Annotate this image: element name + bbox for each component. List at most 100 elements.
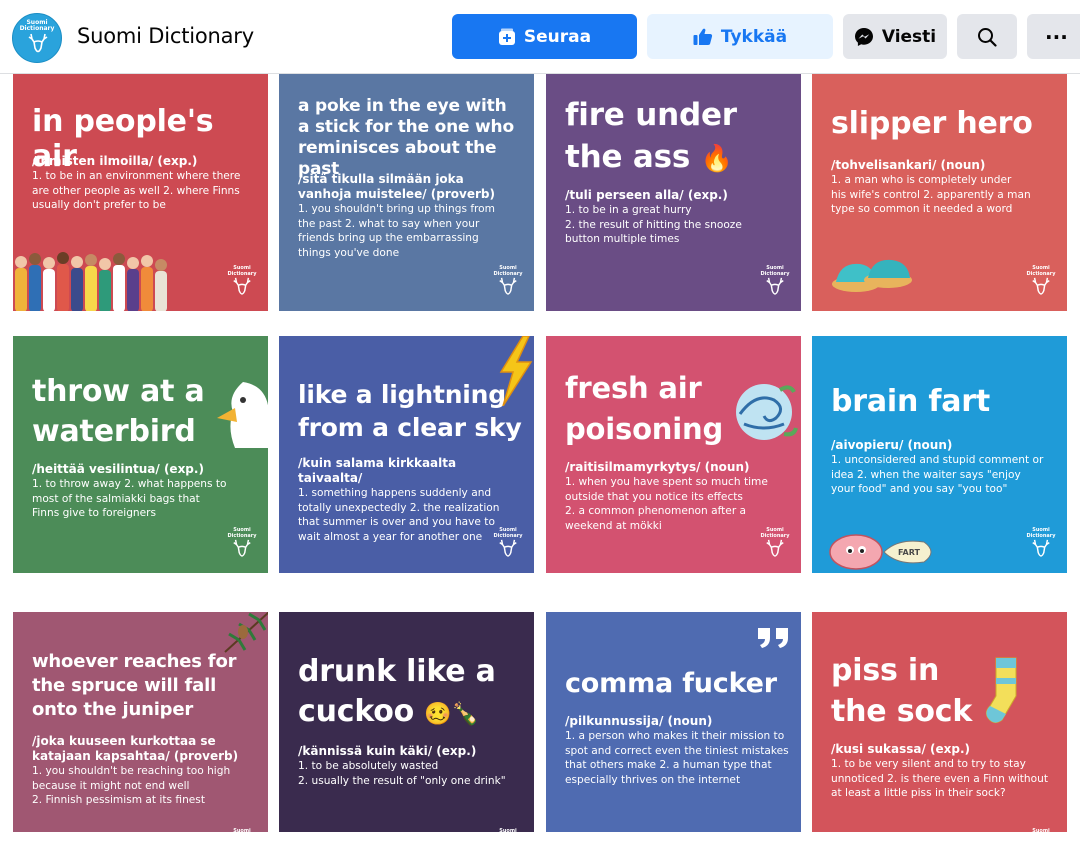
wind-icon [736, 384, 798, 440]
search-button[interactable] [957, 14, 1017, 59]
reindeer-icon [1032, 539, 1050, 557]
definition-text: 1. to be absolutely wasted 2. usually th… [298, 759, 523, 788]
word-line: a stick for the one who [298, 117, 514, 137]
reindeer-icon [499, 277, 517, 295]
duck-illustration [217, 382, 268, 448]
card-word: throw at a waterbird [32, 372, 205, 452]
definition-text: 1. something happens suddenly and totall… [298, 486, 523, 544]
follow-button[interactable]: Seuraa [452, 14, 637, 59]
brand-mark: Suomi Dictionary [226, 527, 258, 565]
word-line: fire under [565, 97, 737, 133]
post-card[interactable]: whoever reaches for the spruce will fall… [13, 612, 268, 832]
def-line: 2. the result of hitting the snooze [565, 218, 742, 231]
card-definition: /kusi sukassa/ (exp.) 1. to be very sile… [831, 742, 1056, 801]
logo-text: Suomi Dictionary [13, 20, 61, 32]
post-card[interactable]: like a lightning from a clear sky /kuin … [279, 336, 534, 573]
def-line: 1. something happens suddenly and [298, 487, 492, 499]
card-definition: /kännissä kuin käki/ (exp.) 1. to be abs… [298, 744, 523, 788]
def-line: 2. a common phenomenon after a [565, 505, 747, 517]
post-card[interactable]: brain fart /aivopieru/ (noun) 1. unconsi… [812, 336, 1067, 573]
def-line: 2. Finnish pessimism at its finest [32, 794, 205, 806]
finnish-term: /joka kuuseen kurkottaa se katajaan kaps… [32, 734, 257, 764]
finnish-term: /sitä tikulla silmään joka vanhoja muist… [298, 172, 523, 202]
drunk-face-icon: 🥴🍾 [424, 702, 479, 727]
word-line: the sock [831, 694, 973, 729]
def-line: 2. usually the result of "only one drink… [298, 774, 506, 787]
finnish-line: katajaan kapsahtaa/ (proverb) [32, 749, 239, 763]
definition-text: 1. to throw away 2. what happens to most… [32, 477, 257, 521]
def-line: that others make 2. a human type that [565, 759, 772, 771]
def-line: your food" and you say "you too" [831, 483, 1008, 495]
finnish-term: /heittää vesilintua/ (exp.) [32, 462, 204, 476]
def-line: 1. to be very silent and to try to stay [831, 758, 1026, 770]
finnish-line: /joka kuuseen kurkottaa se [32, 734, 216, 748]
reindeer-icon [233, 539, 251, 557]
def-line: 1. you shouldn't bring up things from [298, 203, 495, 215]
def-line: 1. to be in an environment where there [32, 170, 241, 182]
reindeer-icon [233, 277, 251, 295]
definition-text: 1. to be in an environment where there a… [32, 169, 257, 213]
card-definition: /aivopieru/ (noun) 1. unconsidered and s… [831, 438, 1056, 497]
def-line: most of the salmiakki bags that [32, 492, 200, 505]
fire-icon: 🔥 [700, 144, 733, 174]
card-word: a poke in the eye with a stick for the o… [298, 96, 534, 180]
def-line: the past 2. what to say when your [298, 217, 480, 230]
card-word: like a lightning from a clear sky [298, 378, 522, 444]
post-card[interactable]: throw at a waterbird /heittää vesilintua… [13, 336, 268, 573]
definition-text: 1. you shouldn't be reaching too high be… [32, 764, 257, 808]
brand-line: Suomi [499, 828, 517, 832]
def-line: especially thrives on the internet [565, 773, 741, 786]
message-label: Viesti [881, 26, 937, 47]
card-definition: /tohvelisankari/ (noun) 1. a man who is … [831, 158, 1056, 217]
page-title[interactable]: Suomi Dictionary [77, 24, 254, 48]
brand-mark: Suomi Dictionary [492, 828, 524, 832]
card-definition: /pilkunnussija/ (noun) 1. a person who m… [565, 714, 790, 787]
thumbs-up-icon [693, 28, 712, 45]
def-line: 1. when you have spent so much time [565, 476, 768, 488]
quote-mark-icon [758, 628, 788, 648]
finnish-term: /ihmisten ilmoilla/ (exp.) [32, 154, 198, 168]
word-line: fresh air [565, 371, 702, 405]
def-line: at least a little piss in their sock? [831, 787, 1006, 799]
like-button[interactable]: Tykkää [647, 14, 833, 59]
post-card[interactable]: drunk like a cuckoo 🥴🍾 /kännissä kuin kä… [279, 612, 534, 832]
page-header: Suomi Dictionary Suomi Dictionary Seuraa… [0, 0, 1080, 74]
def-line: type so common it needed a word [831, 203, 1013, 215]
post-card[interactable]: comma fucker /pilkunnussija/ (noun) 1. a… [546, 612, 801, 832]
card-word: brain fart [831, 384, 990, 419]
card-word: drunk like a cuckoo 🥴🍾 [298, 652, 496, 735]
def-line: idea 2. when the waiter says "enjoy [831, 468, 1021, 481]
def-line: 1. a person who makes it their mission t… [565, 730, 785, 742]
word-line: drunk like a [298, 654, 496, 689]
word-line: comma fucker [565, 668, 777, 699]
card-word: fire under the ass 🔥 [565, 94, 737, 180]
page-avatar[interactable]: Suomi Dictionary [12, 13, 62, 63]
def-line: 1. to be absolutely wasted [298, 760, 439, 772]
message-button[interactable]: Viesti [843, 14, 947, 59]
reindeer-icon [499, 539, 517, 557]
brand-mark: Suomi Dictionary [226, 265, 258, 303]
finnish-term: /tuli perseen alla/ (exp.) [565, 188, 728, 202]
post-card[interactable]: fresh air poisoning /raitisilmamyrkytys/… [546, 336, 801, 573]
def-line: 1. to be in a great hurry [565, 204, 692, 216]
more-options-button[interactable]: ··· [1027, 14, 1080, 59]
post-card[interactable]: a poke in the eye with a stick for the o… [279, 74, 534, 311]
reindeer-icon [766, 539, 784, 557]
post-card[interactable]: fire under the ass 🔥 /tuli perseen alla/… [546, 74, 801, 311]
brand-mark: Suomi Dictionary [1025, 265, 1057, 303]
def-line: wait almost a year for another one [298, 530, 483, 543]
post-card[interactable]: slipper hero /tohvelisankari/ (noun) 1. … [812, 74, 1067, 311]
follow-icon [498, 28, 515, 45]
def-line: 1. to throw away 2. what happens to [32, 478, 227, 490]
like-label: Tykkää [720, 26, 788, 47]
more-icon: ··· [1045, 24, 1068, 49]
brand-line: Suomi [233, 828, 251, 832]
post-card[interactable]: piss in the sock /kusi sukassa/ (exp.) 1… [812, 612, 1067, 832]
post-card[interactable]: in people's air /ihmisten ilmoilla/ (exp… [13, 74, 268, 311]
messenger-icon [854, 27, 873, 46]
def-line: totally unexpectedly 2. the realization [298, 501, 500, 514]
brand-mark: Suomi Dictionary [492, 265, 524, 303]
finnish-term: /kännissä kuin käki/ (exp.) [298, 744, 477, 758]
card-word: piss in the sock [831, 650, 972, 732]
finnish-term: /kuin salama kirkkaalta taivaalta/ [298, 456, 457, 485]
